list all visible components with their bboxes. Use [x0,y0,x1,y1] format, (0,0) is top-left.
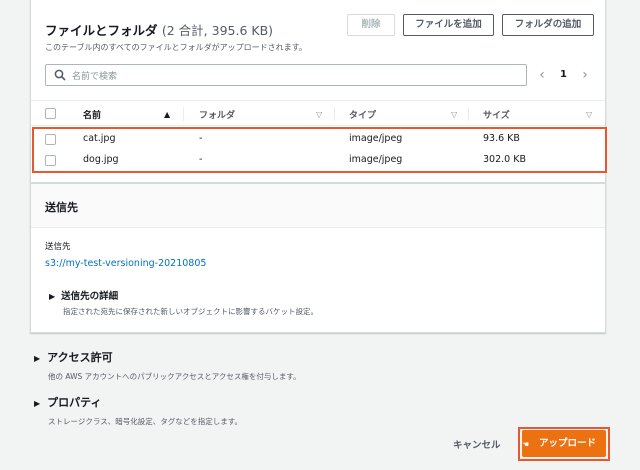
table-row[interactable]: cat.jpg - image/jpeg 93.6 KB [31,129,605,151]
permissions-title: アクセス許可 [47,351,113,364]
destination-link[interactable]: s3://my-test-versioning-20210805 [45,258,206,269]
pager-current-page[interactable]: 1 [560,67,567,83]
sort-ascending-icon[interactable]: ▲ [164,110,170,119]
destination-header: 送信先 [31,184,605,228]
column-divider [183,107,184,121]
search-icon [54,69,66,81]
file-folder: - [199,154,203,165]
files-title-text: ファイルとフォルダ [45,23,158,38]
pager-prev-icon[interactable]: ‹ [536,67,548,83]
permissions-section: ▶ アクセス許可 他の AWS アカウントへのパブリックアクセスとアクセス権を付与… [34,349,301,382]
column-header-size[interactable]: サイズ [483,108,510,121]
column-header-folder[interactable]: フォルダ [199,108,235,121]
destination-title: 送信先 [45,201,78,214]
add-folder-button[interactable]: フォルダの追加 [502,14,594,36]
properties-description: ストレージクラス、暗号化設定、タグなどを指定します。 [48,417,242,426]
permissions-toggle[interactable]: ▶ アクセス許可 [34,349,301,365]
add-files-button[interactable]: ファイルを追加 [403,14,494,36]
search-input[interactable]: 名前で検索 [45,64,527,86]
row-checkbox[interactable] [45,134,56,145]
destination-label: 送信先 [45,242,71,252]
properties-section: ▶ プロパティ ストレージクラス、暗号化設定、タグなどを指定します。 [34,394,242,427]
sort-toggle-icon[interactable]: ▽ [451,110,457,119]
files-panel: ファイルとフォルダ (2 合計, 395.6 KB) このテーブル内のすべてのフ… [30,0,606,183]
column-divider [334,107,335,121]
pointer-cursor-icon: ☚ [522,440,530,449]
caret-right-icon: ▶ [34,399,41,408]
caret-right-icon: ▶ [34,354,41,363]
cancel-button[interactable]: キャンセル [453,437,501,451]
file-type: image/jpeg [349,154,403,165]
caret-right-icon: ▶ [49,292,56,301]
row-checkbox[interactable] [45,155,56,166]
file-folder: - [199,133,203,144]
column-divider [468,107,469,121]
file-size: 302.0 KB [483,154,526,165]
delete-button[interactable]: 削除 [347,14,395,36]
properties-title: プロパティ [47,396,102,409]
file-name: dog.jpg [83,154,119,165]
pager-next-icon[interactable]: › [579,67,591,83]
sort-toggle-icon[interactable]: ▽ [316,110,322,119]
destination-details-toggle[interactable]: ▶ 送信先の詳細 [49,288,118,302]
destination-panel: 送信先 送信先 s3://my-test-versioning-20210805… [30,183,606,333]
upload-button[interactable]: アップロード [522,430,606,457]
column-header-type[interactable]: タイプ [349,108,376,121]
permissions-description: 他の AWS アカウントへのパブリックアクセスとアクセス権を付与します。 [48,372,301,381]
files-title: ファイルとフォルダ (2 合計, 395.6 KB) [45,20,273,39]
destination-details-title: 送信先の詳細 [61,291,119,302]
destination-details-description: 指定された宛先に保存された新しいオブジェクトに影響するバケット設定。 [63,307,318,316]
files-description: このテーブル内のすべてのファイルとフォルダがアップロードされます。 [45,43,307,52]
column-header-name[interactable]: 名前 [83,108,101,121]
properties-toggle[interactable]: ▶ プロパティ [34,394,242,410]
select-all-checkbox[interactable] [45,108,56,119]
file-size: 93.6 KB [483,133,520,144]
file-name: cat.jpg [83,133,116,144]
file-type: image/jpeg [349,133,403,144]
sort-toggle-icon[interactable]: ▽ [586,110,592,119]
table-header: 名前 ▲ フォルダ ▽ タイプ ▽ サイズ ▽ [31,100,605,126]
search-placeholder: 名前で検索 [72,72,118,82]
table-row[interactable]: dog.jpg - image/jpeg 302.0 KB [31,150,605,172]
files-count: (2 合計, 395.6 KB) [161,23,274,38]
